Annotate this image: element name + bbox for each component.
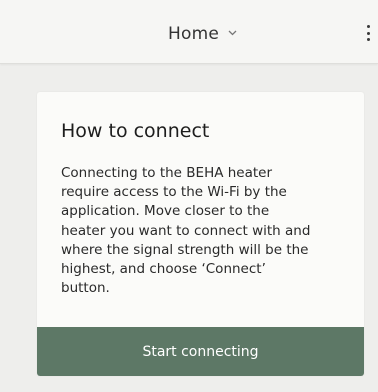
card-title: How to connect (61, 120, 210, 142)
location-name: Home (168, 24, 220, 44)
start-connecting-button[interactable]: Start connecting (37, 327, 364, 376)
app-bar: Home (0, 0, 378, 64)
more-vertical-icon[interactable] (362, 22, 374, 44)
chevron-down-icon (228, 30, 237, 35)
how-to-connect-card: How to connect Connecting to the BEHA he… (37, 92, 364, 376)
location-selector[interactable]: Home (168, 22, 237, 46)
card-instructions: Connecting to the BEHA heater require ac… (61, 165, 311, 297)
connect-screen: Home How to connect Connecting to the BE… (0, 0, 378, 392)
